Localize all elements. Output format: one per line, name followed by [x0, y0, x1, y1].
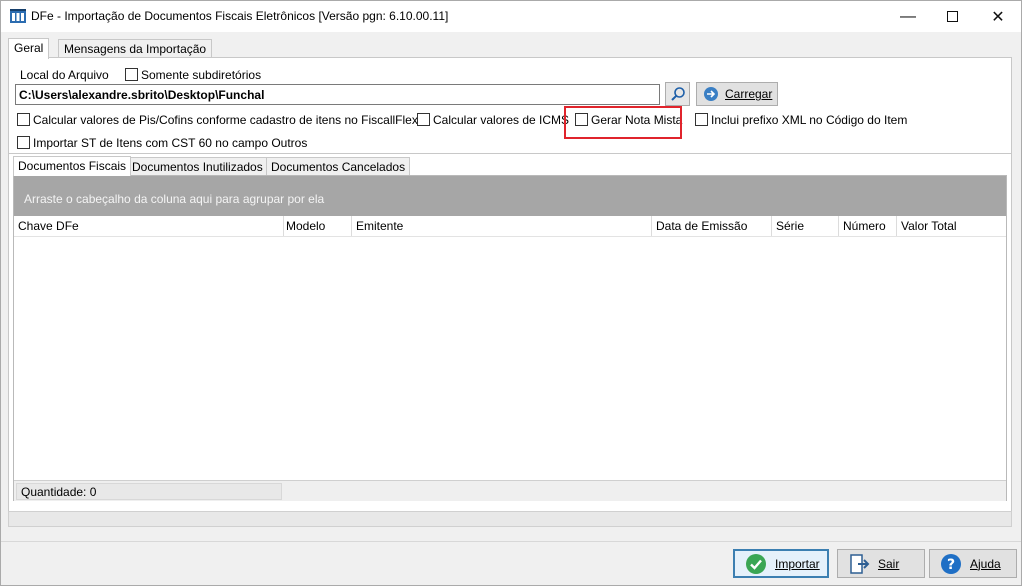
close-button[interactable]: ✕ — [975, 1, 1021, 32]
tab-documentos-cancelados[interactable]: Documentos Cancelados — [266, 157, 411, 175]
exit-door-icon — [850, 553, 870, 574]
quantity-summary: Quantidade: 0 — [16, 483, 282, 500]
column-modelo[interactable]: Modelo — [282, 216, 352, 236]
help-button[interactable]: ? Ajuda — [929, 549, 1017, 578]
pis-cofins-label: Calcular valores de Pis/Cofins conforme … — [33, 113, 418, 127]
st-cst60-checkbox[interactable] — [17, 136, 30, 149]
icms-checkbox[interactable] — [417, 113, 430, 126]
help-icon: ? — [941, 553, 961, 574]
app-icon — [10, 9, 26, 23]
file-location-label: Local do Arquivo — [20, 68, 109, 82]
tab-documentos-fiscais[interactable]: Documentos Fiscais — [13, 156, 132, 176]
exit-button[interactable]: Sair — [837, 549, 925, 578]
svg-text:?: ? — [947, 557, 955, 573]
window-title: DFe - Importação de Documentos Fiscais E… — [31, 9, 449, 23]
xml-prefix-checkbox[interactable] — [695, 113, 708, 126]
column-chave-dfe[interactable]: Chave DFe — [14, 216, 284, 236]
bottom-separator — [1, 541, 1021, 542]
group-by-hint: Arraste o cabeçalho da coluna aqui para … — [24, 192, 325, 206]
import-button[interactable]: Importar — [733, 549, 829, 578]
st-cst60-label: Importar ST de Itens com CST 60 no campo… — [33, 136, 308, 150]
maximize-button[interactable] — [929, 1, 975, 32]
tab-mensagens-importacao[interactable]: Mensagens da Importação — [58, 39, 213, 58]
pis-cofins-checkbox[interactable] — [17, 113, 30, 126]
tab-geral[interactable]: Geral — [8, 38, 50, 59]
minimize-icon: — — [900, 7, 916, 25]
header-separator — [14, 236, 1006, 237]
exit-button-label: Sair — [878, 556, 900, 571]
import-button-label: Importar — [775, 556, 820, 571]
column-valor-total[interactable]: Valor Total — [897, 216, 1006, 236]
grid-footer: Quantidade: 0 — [14, 480, 1006, 501]
maximize-icon — [946, 11, 958, 22]
arrow-right-circle-icon — [704, 87, 718, 101]
file-path-input[interactable]: C:\Users\alexandre.sbrito\Desktop\Funcha… — [15, 84, 660, 105]
documents-grid: Arraste o cabeçalho da coluna aqui para … — [13, 175, 1007, 501]
column-numero[interactable]: Número — [839, 216, 897, 236]
subdirs-label: Somente subdiretórios — [141, 68, 262, 82]
check-circle-icon — [746, 553, 766, 574]
horizontal-scrollbar[interactable] — [8, 511, 1012, 527]
subdirs-checkbox[interactable] — [125, 68, 138, 81]
tab-documentos-inutilizados[interactable]: Documentos Inutilizados — [127, 157, 268, 175]
group-by-panel[interactable]: Arraste o cabeçalho da coluna aqui para … — [14, 176, 1006, 216]
highlight-box — [564, 106, 682, 139]
minimize-button[interactable]: — — [885, 1, 931, 32]
column-data-emissao[interactable]: Data de Emissão — [652, 216, 772, 236]
app-window: DFe - Importação de Documentos Fiscais E… — [0, 0, 1022, 586]
icms-label: Calcular valores de ICMS — [433, 113, 570, 127]
column-emitente[interactable]: Emitente — [352, 216, 652, 236]
column-serie[interactable]: Série — [772, 216, 839, 236]
section-divider — [9, 153, 1011, 154]
close-icon: ✕ — [991, 8, 1005, 26]
browse-button[interactable] — [665, 82, 690, 106]
load-button[interactable]: Carregar — [696, 82, 778, 106]
load-button-label: Carregar — [725, 87, 773, 101]
title-bar: DFe - Importação de Documentos Fiscais E… — [1, 1, 1021, 32]
help-button-label: Ajuda — [970, 556, 1001, 571]
search-icon — [670, 87, 685, 101]
xml-prefix-label: Inclui prefixo XML no Código do Item — [711, 113, 908, 127]
